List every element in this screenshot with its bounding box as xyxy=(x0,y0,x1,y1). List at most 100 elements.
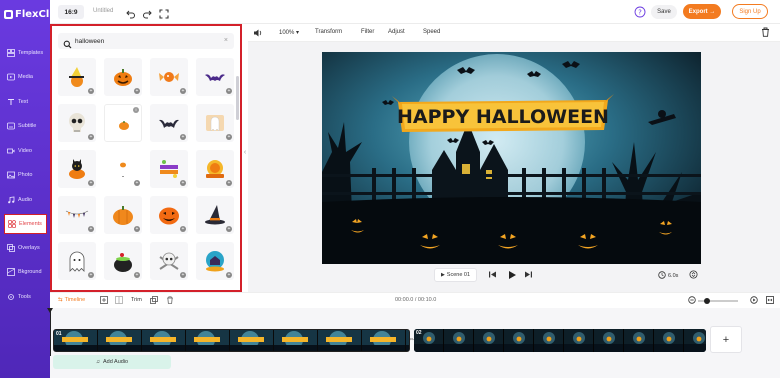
next-icon[interactable] xyxy=(524,270,533,281)
zoom-slider-knob[interactable] xyxy=(704,298,710,304)
speed-button[interactable]: Speed xyxy=(423,29,440,35)
adjust-button[interactable]: Adjust xyxy=(388,29,405,35)
filter-button[interactable]: Filter xyxy=(361,29,374,35)
element-item[interactable]: + xyxy=(150,104,188,142)
sidebar-item-elements[interactable]: Elements xyxy=(4,214,47,234)
element-item[interactable]: + xyxy=(58,242,96,280)
sidebar-item-photo[interactable]: Photo xyxy=(0,165,50,185)
element-item[interactable]: + xyxy=(104,242,142,280)
add-clip-icon[interactable] xyxy=(100,296,108,306)
add-icon[interactable]: + xyxy=(180,272,186,278)
sidebar-item-label: Audio xyxy=(18,197,33,203)
element-item[interactable]: + xyxy=(58,196,96,234)
duration-control[interactable]: 6.0s xyxy=(658,271,678,281)
panel-scrollbar[interactable] xyxy=(236,76,239,120)
timeline-zoom-slider[interactable] xyxy=(698,298,738,304)
play-timeline-icon[interactable] xyxy=(750,296,758,306)
element-item[interactable]: + xyxy=(150,58,188,96)
element-item[interactable]: + xyxy=(104,150,142,188)
timeline-toggle[interactable]: ⇆ Timeline xyxy=(58,297,85,303)
fit-screen-icon[interactable] xyxy=(159,6,169,24)
add-icon[interactable]: + xyxy=(226,134,232,140)
element-item[interactable]: + xyxy=(196,196,234,234)
add-icon[interactable]: + xyxy=(180,134,186,140)
add-scene-button[interactable]: + xyxy=(710,326,742,353)
sidebar-item-text[interactable]: Text xyxy=(0,92,50,112)
redo-icon[interactable] xyxy=(142,6,152,24)
play-icon[interactable] xyxy=(507,270,517,282)
element-item[interactable]: + xyxy=(104,196,142,234)
sidebar-item-audio[interactable]: Audio xyxy=(0,190,50,210)
element-item[interactable]: i xyxy=(104,104,142,142)
project-title[interactable]: Untitled xyxy=(93,8,113,14)
playhead[interactable] xyxy=(47,308,53,356)
add-icon[interactable]: + xyxy=(180,180,186,186)
undo-icon[interactable] xyxy=(126,6,136,24)
timeline-clip[interactable]: 02 xyxy=(414,329,706,352)
add-icon[interactable]: + xyxy=(88,272,94,278)
element-item[interactable]: + xyxy=(58,150,96,188)
clip-number: 01 xyxy=(56,331,62,337)
scene-preview[interactable]: HAPPY HALLOWEEN xyxy=(322,52,701,264)
sidebar-item-subtitle[interactable]: Subtitle xyxy=(0,116,50,136)
export-button[interactable]: Export → xyxy=(683,4,721,19)
split-icon[interactable] xyxy=(115,296,123,306)
add-icon[interactable]: + xyxy=(88,88,94,94)
sidebar-item-label: Tools xyxy=(18,294,31,300)
sidebar-item-media[interactable]: Media xyxy=(0,67,50,87)
trim-button[interactable]: Trim xyxy=(131,297,142,303)
timeline-toolbar: ⇆ Timeline Trim 00:00.0 / 00:10.0 xyxy=(50,292,780,308)
trash-icon[interactable] xyxy=(761,27,770,39)
sidebar-item-templates[interactable]: Templates xyxy=(0,43,50,63)
help-icon[interactable]: ? xyxy=(634,5,646,23)
element-item[interactable]: + xyxy=(104,58,142,96)
add-icon[interactable]: + xyxy=(226,272,232,278)
sidebar-item-overlays[interactable]: Overlays xyxy=(0,238,50,258)
element-item[interactable]: + xyxy=(196,150,234,188)
info-icon[interactable]: i xyxy=(133,107,139,113)
add-icon[interactable]: + xyxy=(88,134,94,140)
element-item[interactable]: + xyxy=(58,58,96,96)
add-icon[interactable]: + xyxy=(134,226,140,232)
add-icon[interactable]: + xyxy=(134,272,140,278)
scene-selector[interactable]: ▶ Scene 01 xyxy=(434,268,477,282)
element-item[interactable]: + xyxy=(196,58,234,96)
add-icon[interactable]: + xyxy=(88,226,94,232)
skull-crossbones-thumbnail xyxy=(159,252,179,270)
duplicate-icon[interactable] xyxy=(150,296,158,306)
add-icon[interactable]: + xyxy=(226,226,232,232)
element-item[interactable]: + xyxy=(150,242,188,280)
expand-timeline-icon[interactable] xyxy=(766,296,774,306)
garland-thumbnail xyxy=(65,210,89,218)
sign-up-button[interactable]: Sign Up xyxy=(732,4,768,19)
element-item[interactable]: + xyxy=(150,196,188,234)
clear-icon[interactable]: × xyxy=(224,37,228,45)
add-icon[interactable]: + xyxy=(180,226,186,232)
save-button[interactable]: Save xyxy=(651,5,677,19)
sidebar-item-tools[interactable]: Tools xyxy=(0,287,50,307)
sidebar-item-video[interactable]: Video xyxy=(0,141,50,161)
add-icon[interactable]: + xyxy=(226,88,232,94)
sidebar-item-background[interactable]: Bkground xyxy=(0,262,50,282)
element-item[interactable]: + xyxy=(58,104,96,142)
tools-icon xyxy=(6,293,15,302)
transform-button[interactable]: Transform xyxy=(315,29,342,35)
add-icon[interactable]: + xyxy=(226,180,232,186)
zoom-select[interactable]: 100% ▾ xyxy=(279,29,299,36)
delete-clip-icon[interactable] xyxy=(166,296,174,306)
element-item[interactable]: + xyxy=(196,104,234,142)
add-icon[interactable]: + xyxy=(180,88,186,94)
timeline-clip[interactable]: 01 xyxy=(53,329,410,352)
volume-icon[interactable] xyxy=(253,28,263,40)
add-icon[interactable]: + xyxy=(88,180,94,186)
add-icon[interactable]: + xyxy=(134,88,140,94)
zoom-out-icon[interactable] xyxy=(688,296,696,306)
add-icon[interactable]: + xyxy=(134,180,140,186)
element-item[interactable]: + xyxy=(196,242,234,280)
element-item[interactable]: + xyxy=(150,150,188,188)
fullscreen-icon[interactable] xyxy=(689,270,698,281)
search-input[interactable] xyxy=(75,35,215,47)
previous-icon[interactable] xyxy=(488,270,497,281)
add-audio-button[interactable]: ♫ Add Audio xyxy=(53,355,171,369)
aspect-ratio-button[interactable]: 16:9 xyxy=(58,5,84,19)
